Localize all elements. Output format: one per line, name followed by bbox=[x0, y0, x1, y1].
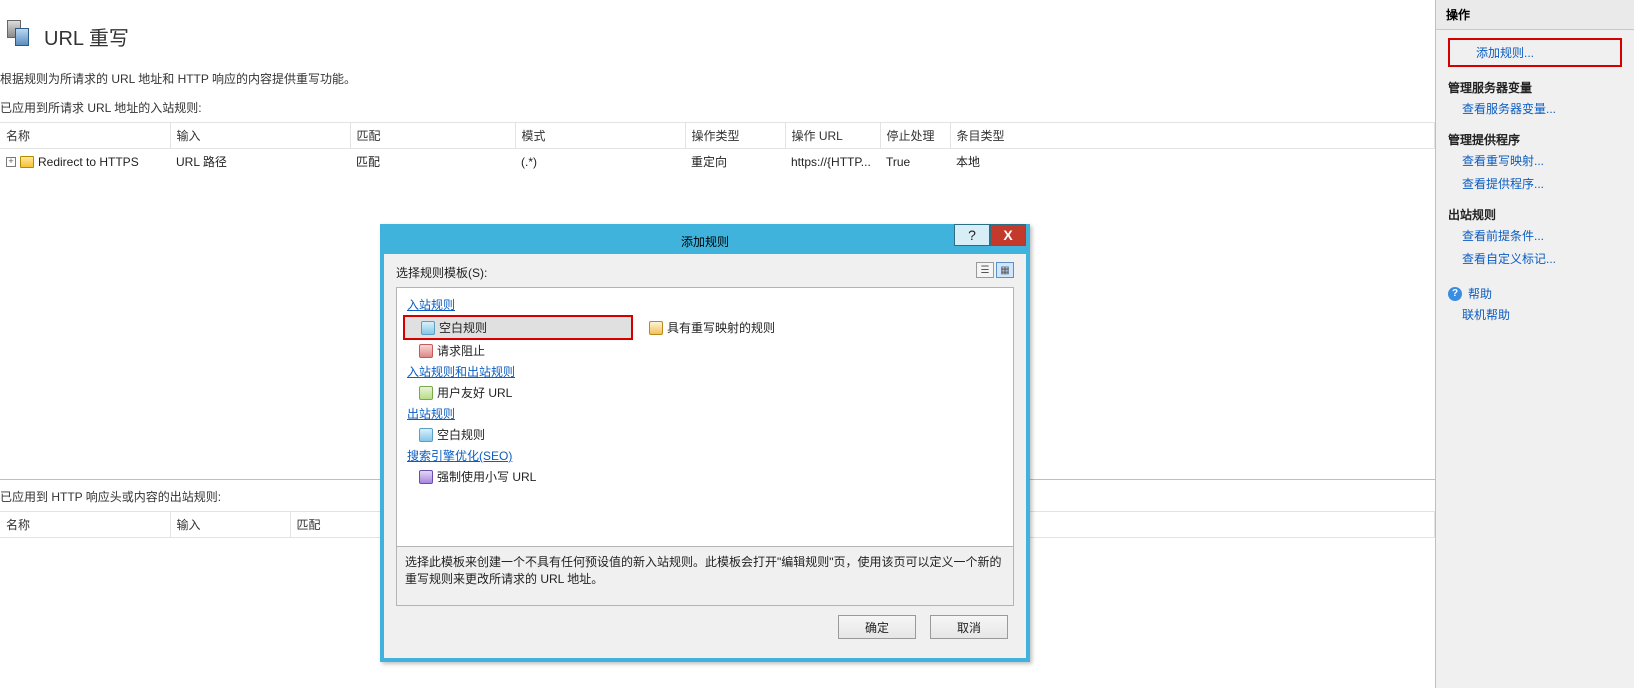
folder-icon bbox=[20, 156, 34, 168]
cell-action-url: https://{HTTP... bbox=[785, 149, 880, 175]
col-entry-type[interactable]: 条目类型 bbox=[950, 123, 1435, 149]
ok-button[interactable]: 确定 bbox=[838, 615, 916, 639]
inbound-rules-table: 名称 输入 匹配 模式 操作类型 操作 URL 停止处理 条目类型 + bbox=[0, 122, 1435, 174]
blank-rule-icon bbox=[419, 428, 433, 442]
actions-pane: 操作 添加规则... 管理服务器变量 查看服务器变量... 管理提供程序 查看重… bbox=[1436, 0, 1634, 688]
rewrite-map-icon bbox=[649, 321, 663, 335]
actions-pane-title: 操作 bbox=[1436, 0, 1634, 30]
cell-match: 匹配 bbox=[350, 149, 515, 175]
request-block-icon bbox=[419, 344, 433, 358]
page-header: URL 重写 bbox=[0, 0, 1435, 70]
col-match[interactable]: 匹配 bbox=[350, 123, 515, 149]
action-add-rule[interactable]: 添加规则... bbox=[1448, 38, 1622, 67]
col-action-url[interactable]: 操作 URL bbox=[785, 123, 880, 149]
add-rule-dialog: 添加规则 ? X 选择规则模板(S): ☰ ▦ 入站规则 空白规则 具有重写映射… bbox=[380, 224, 1030, 662]
template-blank-outbound[interactable]: 空白规则 bbox=[403, 424, 633, 445]
help-icon: ? bbox=[1448, 287, 1462, 301]
view-details-icon[interactable]: ▦ bbox=[996, 262, 1014, 278]
cell-pattern: (.*) bbox=[515, 149, 685, 175]
group-outbound: 出站规则 bbox=[403, 403, 1007, 424]
template-list[interactable]: 入站规则 空白规则 具有重写映射的规则 请求阻止 入站规则和出站规则 bbox=[396, 287, 1014, 547]
cell-action-type: 重定向 bbox=[685, 149, 785, 175]
dialog-title: 添加规则 bbox=[681, 233, 729, 250]
group-seo: 搜索引擎优化(SEO) bbox=[403, 445, 1007, 466]
template-description: 选择此模板来创建一个不具有任何预设值的新入站规则。此模板会打开"编辑规则"页，使… bbox=[396, 546, 1014, 606]
col-name[interactable]: 名称 bbox=[0, 512, 170, 538]
action-view-custom-tags[interactable]: 查看自定义标记... bbox=[1448, 248, 1622, 269]
group-inbound-outbound: 入站规则和出站规则 bbox=[403, 361, 1007, 382]
action-view-preconditions[interactable]: 查看前提条件... bbox=[1448, 225, 1622, 246]
dialog-close-button[interactable]: X bbox=[990, 224, 1026, 246]
table-row[interactable]: + Redirect to HTTPS URL 路径 匹配 (.*) 重定向 h… bbox=[0, 149, 1435, 175]
col-match[interactable]: 匹配 bbox=[290, 512, 390, 538]
action-help[interactable]: 帮助 bbox=[1468, 285, 1492, 302]
col-input[interactable]: 输入 bbox=[170, 512, 290, 538]
view-toggle: ☰ ▦ bbox=[976, 262, 1014, 278]
template-request-block[interactable]: 请求阻止 bbox=[403, 340, 633, 361]
select-template-label: 选择规则模板(S): bbox=[396, 264, 1014, 281]
col-input[interactable]: 输入 bbox=[170, 123, 350, 149]
group-providers: 管理提供程序 bbox=[1448, 131, 1622, 148]
col-name[interactable]: 名称 bbox=[0, 123, 170, 149]
inbound-section-label: 已应用到所请求 URL 地址的入站规则: bbox=[0, 93, 1435, 122]
col-pattern[interactable]: 模式 bbox=[515, 123, 685, 149]
template-user-friendly-url[interactable]: 用户友好 URL bbox=[403, 382, 633, 403]
view-list-icon[interactable]: ☰ bbox=[976, 262, 994, 278]
cell-input: URL 路径 bbox=[170, 149, 350, 175]
lowercase-url-icon bbox=[419, 470, 433, 484]
template-blank-inbound[interactable]: 空白规则 bbox=[403, 315, 633, 340]
cell-name: Redirect to HTTPS bbox=[38, 155, 139, 169]
cell-entry-type: 本地 bbox=[950, 149, 1435, 175]
action-online-help[interactable]: 联机帮助 bbox=[1448, 304, 1622, 325]
expand-icon[interactable]: + bbox=[6, 157, 16, 167]
group-outbound: 出站规则 bbox=[1448, 206, 1622, 223]
user-friendly-icon bbox=[419, 386, 433, 400]
dialog-help-button[interactable]: ? bbox=[954, 224, 990, 246]
url-rewrite-icon bbox=[4, 16, 34, 56]
page-title: URL 重写 bbox=[44, 22, 129, 51]
col-stop[interactable]: 停止处理 bbox=[880, 123, 950, 149]
dialog-titlebar[interactable]: 添加规则 ? X bbox=[384, 228, 1026, 254]
group-server-vars: 管理服务器变量 bbox=[1448, 79, 1622, 96]
cell-stop: True bbox=[880, 149, 950, 175]
action-view-rewrite-maps[interactable]: 查看重写映射... bbox=[1448, 150, 1622, 171]
cancel-button[interactable]: 取消 bbox=[930, 615, 1008, 639]
template-force-lowercase[interactable]: 强制使用小写 URL bbox=[403, 466, 633, 487]
col-action-type[interactable]: 操作类型 bbox=[685, 123, 785, 149]
blank-rule-icon bbox=[421, 321, 435, 335]
action-view-providers[interactable]: 查看提供程序... bbox=[1448, 173, 1622, 194]
template-with-rewrite-map[interactable]: 具有重写映射的规则 bbox=[633, 315, 893, 340]
page-description: 根据规则为所请求的 URL 地址和 HTTP 响应的内容提供重写功能。 bbox=[0, 70, 1435, 93]
group-inbound: 入站规则 bbox=[403, 294, 1007, 315]
action-view-server-vars[interactable]: 查看服务器变量... bbox=[1448, 98, 1622, 119]
